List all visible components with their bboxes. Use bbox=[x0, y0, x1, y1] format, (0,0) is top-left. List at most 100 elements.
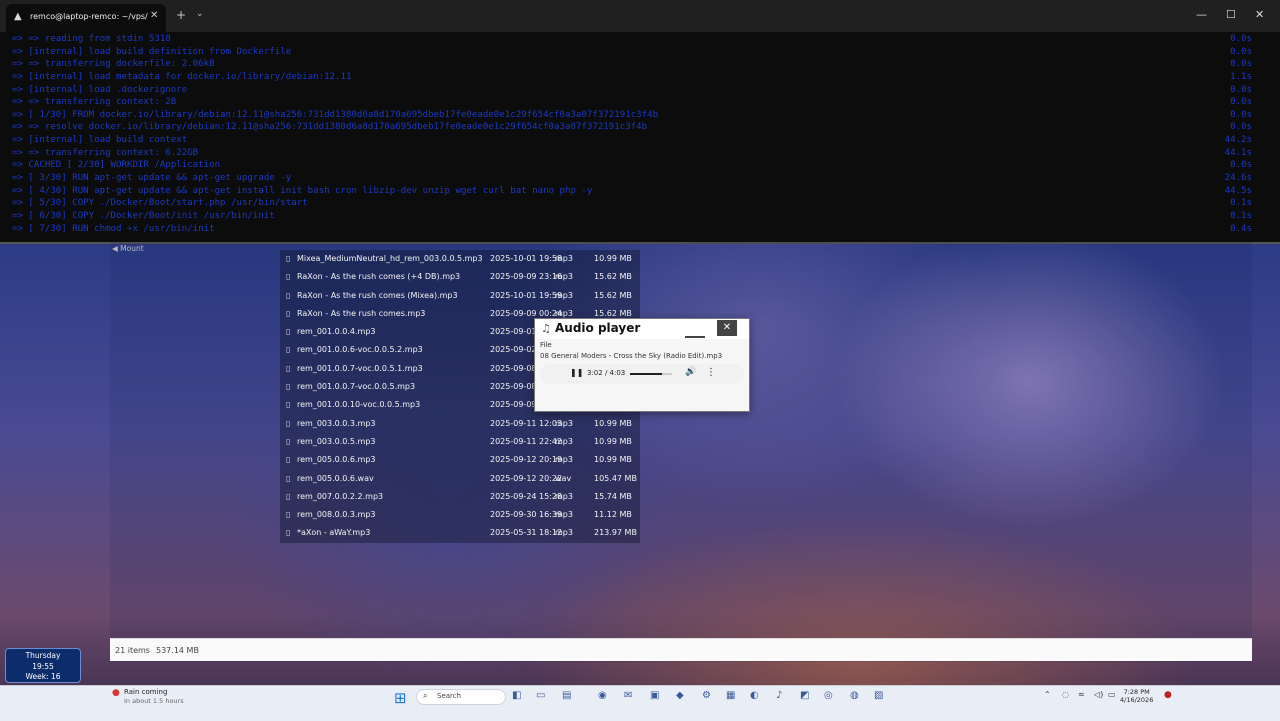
edge-icon[interactable]: ◍ bbox=[850, 690, 859, 701]
file-row[interactable]: ▯ rem_007.0.0.2.2.mp3 2025-09-24 15:28 mp3 1… bbox=[280, 487, 640, 507]
track-name: 08 General Moders - Cross the Sky (Radio… bbox=[540, 352, 723, 360]
file-icon: ▯ bbox=[286, 418, 291, 428]
terminal-line-text: => [ 5/30] COPY ./Docker/Boot/start.php … bbox=[12, 198, 308, 209]
search-box[interactable]: ⌕ Search bbox=[416, 689, 506, 705]
terminal-line-time: 0.0s bbox=[1230, 122, 1252, 133]
file-row[interactable]: ▯ rem_003.0.0.5.mp3 2025-09-11 22:42 mp3 10.… bbox=[280, 432, 640, 452]
pause-icon[interactable]: ❚❚ bbox=[570, 368, 583, 377]
browser-icon[interactable]: ◉ bbox=[598, 690, 607, 701]
maximize-icon[interactable]: ☐ bbox=[1226, 8, 1236, 21]
terminal-line-text: => [ 3/30] RUN apt-get update && apt-get… bbox=[12, 173, 292, 184]
minimize-icon[interactable]: — bbox=[1196, 8, 1207, 21]
music-app-icon[interactable]: ♪ bbox=[776, 690, 782, 701]
app-icon[interactable]: ▨ bbox=[874, 690, 883, 701]
network-icon[interactable]: ◌ bbox=[1062, 690, 1069, 699]
settings-icon[interactable]: ⚙ bbox=[702, 690, 711, 701]
notification-icon[interactable]: ● bbox=[1164, 690, 1172, 700]
terminal-tabbar: ▲ remco@laptop-remco: ~/vps/ ✕ + ⌄ — ☐ ✕ bbox=[0, 0, 1280, 32]
file-name: rem_001.0.0.10-voc.0.0.5.mp3 bbox=[297, 400, 421, 410]
terminal-line-time: 0.0s bbox=[1230, 34, 1252, 44]
volume-icon[interactable]: 🔊 bbox=[685, 367, 696, 377]
file-row[interactable]: ▯ rem_005.0.0.6.wav 2025-09-12 20:22 wav 105… bbox=[280, 469, 640, 488]
seek-slider[interactable] bbox=[630, 373, 672, 375]
file-size: 10.99 MB bbox=[594, 418, 632, 428]
widgets-icon[interactable]: ◧ bbox=[512, 690, 521, 701]
chrome-icon[interactable]: ◎ bbox=[824, 690, 833, 701]
breadcrumb[interactable]: ◀ Mount bbox=[112, 244, 144, 253]
file-name: RaXon - As the rush comes (Mixea).mp3 bbox=[297, 290, 458, 300]
code-icon[interactable]: ◆ bbox=[676, 690, 684, 701]
file-row[interactable]: ▯ RaXon - As the rush comes (+4 DB).mp3 20… bbox=[280, 268, 640, 287]
file-icon: ▯ bbox=[286, 400, 291, 410]
terminal-line-text: => [ 4/30] RUN apt-get update && apt-get… bbox=[12, 185, 593, 196]
file-row[interactable]: ▯ RaXon - As the rush comes (Mixea).mp3 20… bbox=[280, 286, 640, 305]
file-date: 2025-05-31 18:12 bbox=[490, 528, 563, 538]
file-size: 15.62 MB bbox=[594, 308, 632, 318]
store-icon[interactable]: ▦ bbox=[726, 690, 735, 701]
terminal-app-icon[interactable]: ▣ bbox=[650, 690, 659, 701]
terminal-line: => [ 7/30] RUN chmod +x /usr/bin/init 0.4… bbox=[12, 224, 1252, 237]
file-row[interactable]: ▯ rem_008.0.0.3.mp3 2025-09-30 16:39 mp3 11.… bbox=[280, 506, 640, 525]
terminal-line-time: 0.0s bbox=[1230, 84, 1252, 95]
file-name: RaXon - As the rush comes.mp3 bbox=[297, 308, 426, 318]
terminal-line-time: 0.0s bbox=[1230, 46, 1252, 57]
wifi-icon[interactable]: ≈ bbox=[1078, 690, 1085, 699]
file-row[interactable]: ▯ rem_005.0.0.6.mp3 2025-09-12 20:19 mp3 10.… bbox=[280, 451, 640, 470]
new-tab-icon[interactable]: + bbox=[176, 8, 186, 22]
chevron-up-icon[interactable]: ⌃ bbox=[1044, 690, 1051, 699]
file-icon: ▯ bbox=[286, 473, 291, 483]
file-icon: ▯ bbox=[286, 455, 291, 465]
terminal-line: => [internal] load build definition from… bbox=[12, 47, 1252, 60]
file-date: 2025-09-09 23:16 bbox=[490, 272, 563, 282]
file-date: 2025-09-11 12:03 bbox=[490, 418, 563, 428]
battery-icon[interactable]: ▭ bbox=[1108, 690, 1116, 699]
file-date: 2025-09-02 bbox=[490, 345, 537, 355]
file-type: mp3 bbox=[555, 510, 573, 520]
terminal-line-text: => [ 6/30] COPY ./Docker/Boot/init /usr/… bbox=[12, 210, 275, 221]
terminal-line-time: 1.1s bbox=[1230, 71, 1252, 82]
file-name: rem_001.0.0.7-voc.0.0.5.mp3 bbox=[297, 382, 416, 392]
file-name: rem_003.0.0.5.mp3 bbox=[297, 436, 376, 446]
file-row[interactable]: ▯ Mixea_MediumNeutral_hd_rem_003.0.0.5.mp… bbox=[280, 250, 640, 269]
terminal-line: => => transferring dockerfile: 2.06kB 0.0… bbox=[12, 59, 1252, 72]
close-window-icon[interactable]: ✕ bbox=[1255, 8, 1264, 21]
file-row[interactable]: ▯ *aXon - aWaY.mp3 2025-05-31 18:12 mp3 213.… bbox=[280, 524, 640, 543]
file-size: 15.62 MB bbox=[594, 290, 632, 300]
music-icon: ♫ bbox=[541, 322, 551, 335]
task-view-icon[interactable]: ▭ bbox=[536, 690, 545, 701]
file-icon: ▯ bbox=[286, 382, 291, 392]
terminal-line-text: => CACHED [ 2/30] WORKDIR /Application bbox=[12, 160, 221, 171]
audio-player-titlebar[interactable]: ♫ Audio player ✕ bbox=[535, 319, 749, 339]
windows-start-icon[interactable]: ⊞ bbox=[394, 689, 407, 707]
terminal-line: => [ 1/30] FROM docker.io/library/debian… bbox=[12, 110, 1252, 123]
close-icon[interactable]: ✕ bbox=[717, 320, 737, 336]
terminal-line: => [internal] load build context 44.2s bbox=[12, 135, 1252, 148]
explorer-icon[interactable]: ▤ bbox=[562, 690, 571, 701]
file-size: 15.74 MB bbox=[594, 491, 632, 501]
photos-icon[interactable]: ◩ bbox=[800, 690, 809, 701]
file-size: 11.12 MB bbox=[594, 510, 632, 520]
tray-clock[interactable]: 7:28 PM 4/16/2026 bbox=[1120, 688, 1153, 704]
file-type: mp3 bbox=[555, 308, 573, 318]
mail-icon[interactable]: ✉ bbox=[624, 690, 632, 701]
clock-day: Thursday bbox=[25, 651, 61, 660]
terminal-line-time: 44.2s bbox=[1224, 135, 1252, 146]
close-tab-icon[interactable]: ✕ bbox=[150, 10, 158, 21]
more-options-icon[interactable]: ⋮ bbox=[706, 367, 716, 378]
terminal-line: => [internal] load metadata for docker.i… bbox=[12, 72, 1252, 85]
minimize-icon[interactable] bbox=[685, 322, 705, 338]
linux-icon: ▲ bbox=[14, 11, 22, 22]
file-row[interactable]: ▯ rem_003.0.0.3.mp3 2025-09-11 12:03 mp3 10.… bbox=[280, 414, 640, 433]
weather-title[interactable]: Rain coming bbox=[124, 688, 167, 696]
terminal-line-text: => => transferring context: 2B bbox=[12, 97, 177, 108]
chat-icon[interactable]: ◐ bbox=[750, 690, 759, 701]
menu-file[interactable]: File bbox=[540, 341, 552, 349]
playback-time: 3:02 / 4:03 bbox=[587, 369, 626, 377]
clock-widget: Thursday 19:55 Week: 16 bbox=[5, 648, 81, 683]
audio-player-title: Audio player bbox=[555, 321, 641, 335]
terminal-tab[interactable]: ▲ remco@laptop-remco: ~/vps/ ✕ bbox=[6, 4, 166, 32]
volume-tray-icon[interactable]: ◁) bbox=[1094, 690, 1103, 699]
terminal-output[interactable]: => => reading from stdin 5318 0.0s => [int… bbox=[12, 34, 1252, 236]
file-date: 2025-09-12 20:19 bbox=[490, 455, 563, 465]
chevron-down-icon[interactable]: ⌄ bbox=[196, 9, 204, 19]
